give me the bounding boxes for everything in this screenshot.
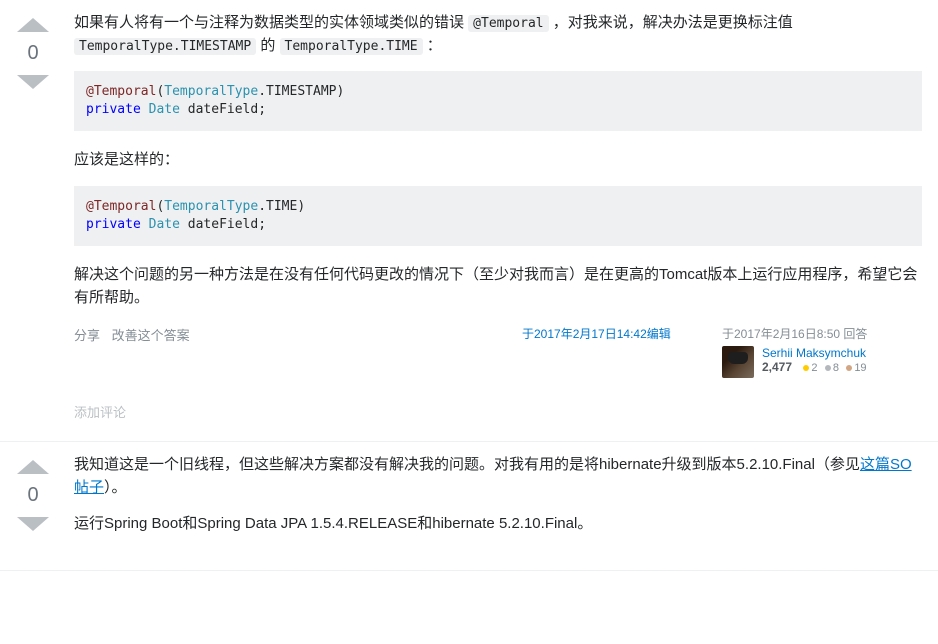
answer-time: 于2017年2月16日8:50 回答 xyxy=(722,325,922,342)
answer-body: 如果有人将有一个与注释为数据类型的实体领域类似的错误 @Temporal ，对我… xyxy=(58,12,930,421)
bronze-badge-icon xyxy=(846,365,852,371)
answer: 0 我知道这是一个旧线程，但这些解决方案都没有解决我的问题。对我有用的是将hib… xyxy=(0,442,938,571)
gold-badge-icon xyxy=(803,365,809,371)
gold-count: 2 xyxy=(811,362,817,374)
improve-link[interactable]: 改善这个答案 xyxy=(112,328,190,343)
vote-count: 0 xyxy=(8,476,58,515)
post-menu: 分享 改善这个答案 于2017年2月17日14:42编辑 于2017年2月16日… xyxy=(74,325,922,378)
vote-column: 0 xyxy=(8,454,58,550)
downvote-icon[interactable] xyxy=(17,517,49,531)
paragraph: 应该是这样的： xyxy=(74,149,922,172)
text: ）。 xyxy=(104,479,127,496)
user-card: 于2017年2月16日8:50 回答 Serhii Maksymchuk 2,4… xyxy=(722,325,922,378)
answer-body: 我知道这是一个旧线程，但这些解决方案都没有解决我的问题。对我有用的是将hiber… xyxy=(58,454,930,550)
paragraph: 解决这个问题的另一种方法是在没有任何代码更改的情况下（至少对我而言）是在更高的T… xyxy=(74,264,922,309)
inline-code: TemporalType.TIME xyxy=(280,38,423,55)
inline-code: @Temporal xyxy=(468,15,548,32)
user-name-link[interactable]: Serhii Maksymchuk xyxy=(762,346,867,360)
text: ： xyxy=(423,37,442,54)
text: 如果有人将有一个与注释为数据类型的实体领域类似的错误 xyxy=(74,14,468,31)
reputation: 2,477 xyxy=(762,360,792,374)
upvote-icon[interactable] xyxy=(17,18,49,32)
avatar[interactable] xyxy=(722,346,754,378)
post-actions: 分享 改善这个答案 xyxy=(74,325,198,378)
code-block: @Temporal(TemporalType.TIME) private Dat… xyxy=(74,186,922,246)
code-block: @Temporal(TemporalType.TIMESTAMP) privat… xyxy=(74,71,922,131)
vote-column: 0 xyxy=(8,12,58,421)
share-link[interactable]: 分享 xyxy=(74,328,100,343)
paragraph: 如果有人将有一个与注释为数据类型的实体领域类似的错误 @Temporal ，对我… xyxy=(74,12,922,57)
edit-info: 于2017年2月17日14:42编辑 xyxy=(522,325,722,378)
downvote-icon[interactable] xyxy=(17,75,49,89)
bronze-count: 19 xyxy=(854,362,866,374)
post-text: 如果有人将有一个与注释为数据类型的实体领域类似的错误 @Temporal ，对我… xyxy=(74,12,922,309)
text: 我知道这是一个旧线程，但这些解决方案都没有解决我的问题。对我有用的是将hiber… xyxy=(74,456,860,473)
edit-time-link[interactable]: 于2017年2月17日14:42编辑 xyxy=(522,327,671,341)
silver-count: 8 xyxy=(833,362,839,374)
answer: 0 如果有人将有一个与注释为数据类型的实体领域类似的错误 @Temporal ，… xyxy=(0,0,938,442)
post-text: 我知道这是一个旧线程，但这些解决方案都没有解决我的问题。对我有用的是将hiber… xyxy=(74,454,922,536)
user-meta: Serhii Maksymchuk 2,477 2 8 19 xyxy=(762,346,867,378)
upvote-icon[interactable] xyxy=(17,460,49,474)
paragraph: 运行Spring Boot和Spring Data JPA 1.5.4.RELE… xyxy=(74,513,922,536)
text: ，对我来说，解决办法是更换标注值 xyxy=(549,14,793,31)
silver-badge-icon xyxy=(825,365,831,371)
inline-code: TemporalType.TIMESTAMP xyxy=(74,38,256,55)
user-rep-row: 2,477 2 8 19 xyxy=(762,360,867,374)
text: 的 xyxy=(256,37,279,54)
vote-count: 0 xyxy=(8,34,58,73)
paragraph: 我知道这是一个旧线程，但这些解决方案都没有解决我的问题。对我有用的是将hiber… xyxy=(74,454,922,499)
add-comment-link[interactable]: 添加评论 xyxy=(74,402,922,421)
